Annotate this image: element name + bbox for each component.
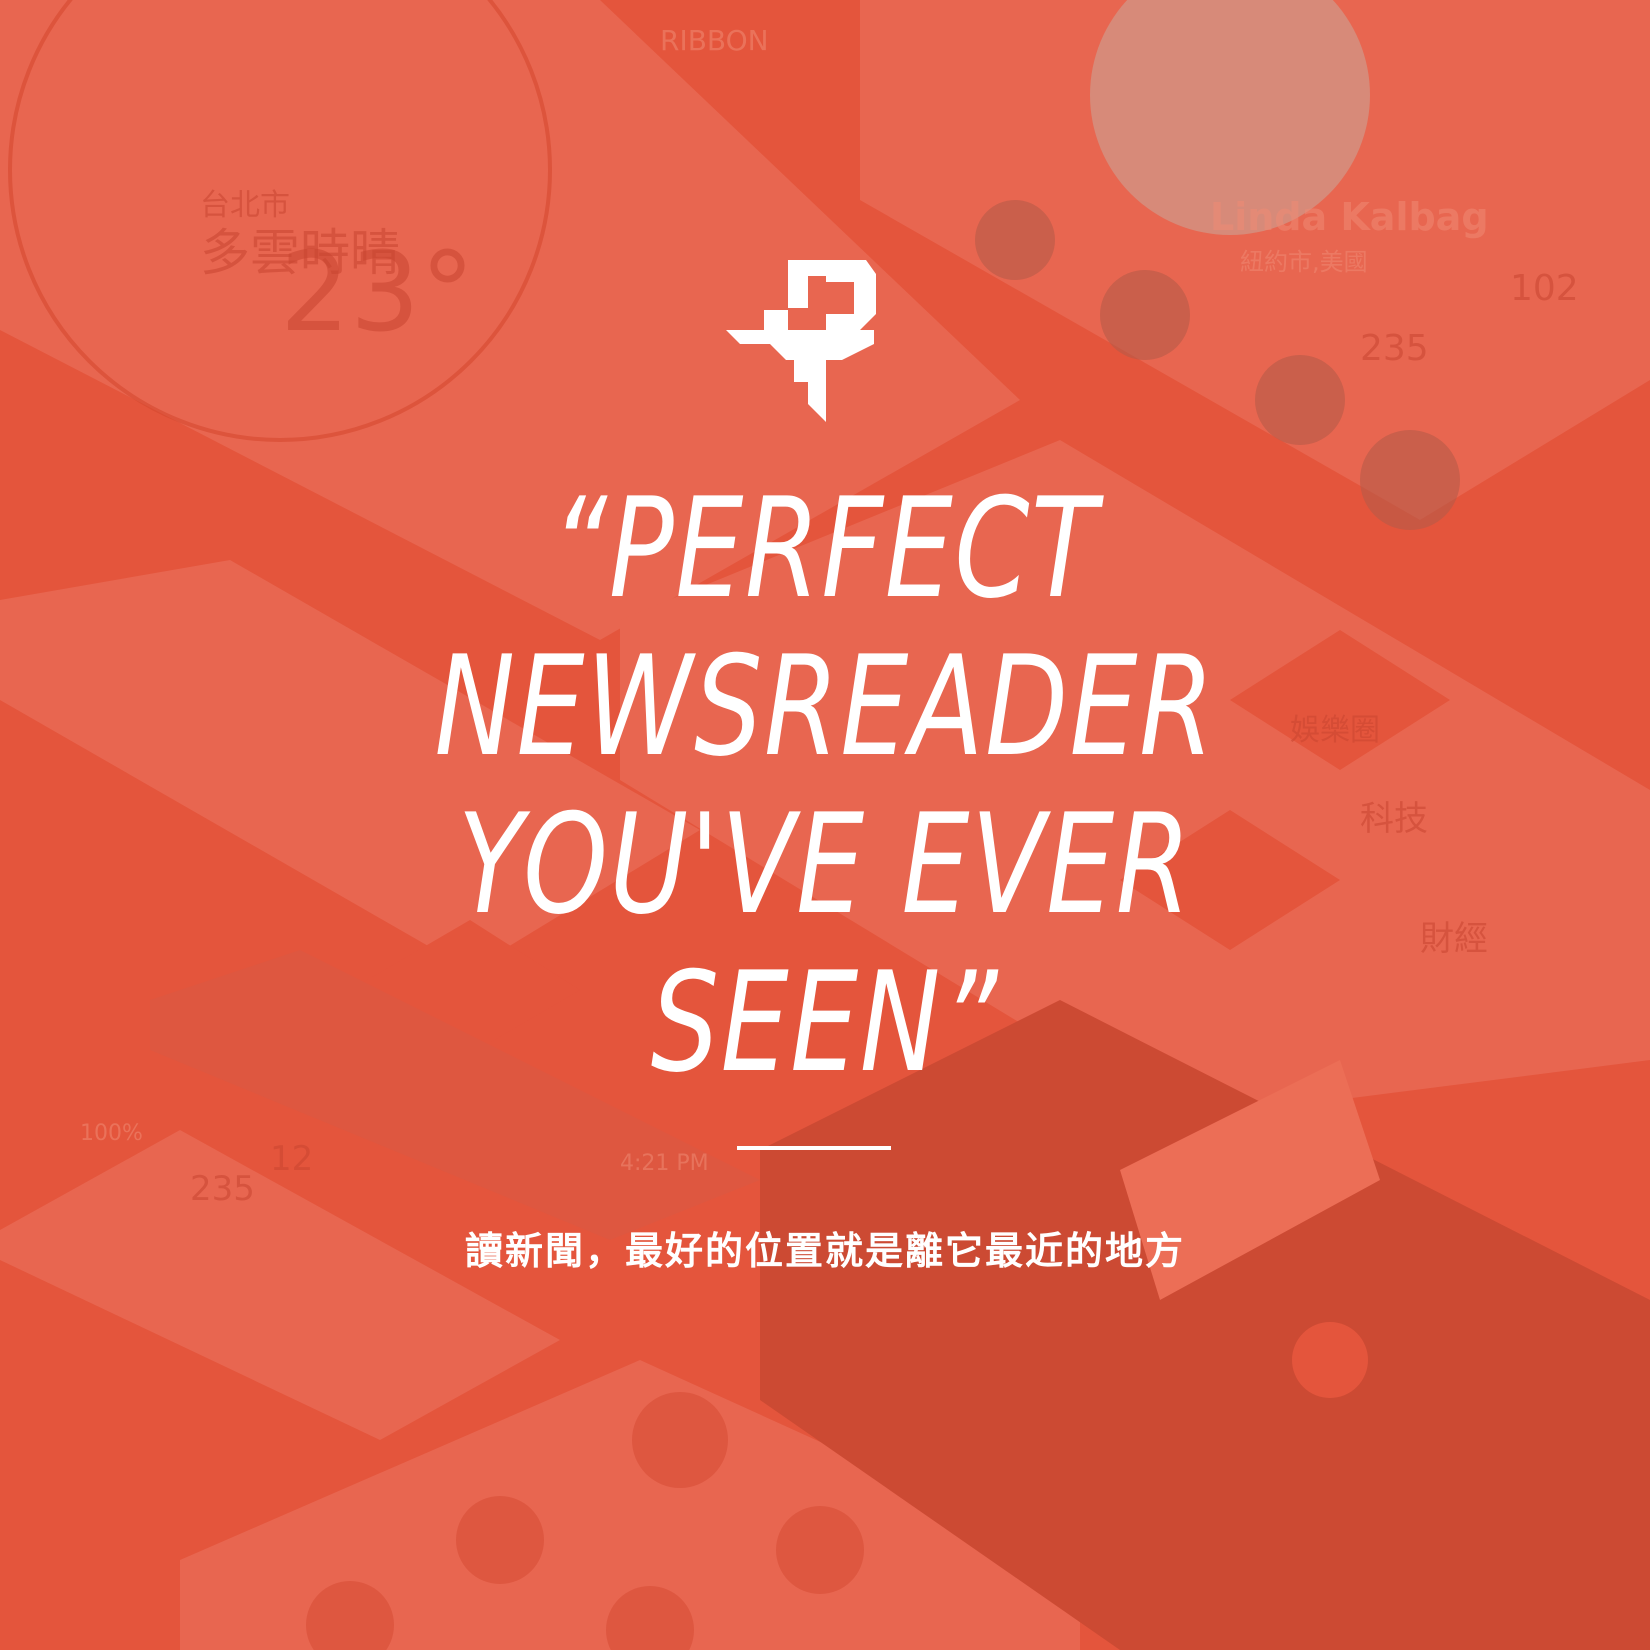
divider: [737, 1146, 891, 1150]
headline-line: “PERFECT: [551, 468, 1099, 629]
tagline: 讀新聞，最好的位置就是離它最近的地方: [464, 1228, 1185, 1273]
headline-line: YOU'VE EVER: [457, 784, 1193, 945]
headline-line: SEEN”: [650, 942, 1000, 1103]
ribbon-logo-icon: [726, 260, 876, 422]
hero-overlay: “PERFECT NEWSREADER YOU'VE EVER SEEN” 讀新…: [0, 0, 1650, 1650]
headline-line: NEWSREADER: [434, 626, 1216, 787]
headline: “PERFECT NEWSREADER YOU'VE EVER SEEN”: [357, 470, 1293, 1102]
